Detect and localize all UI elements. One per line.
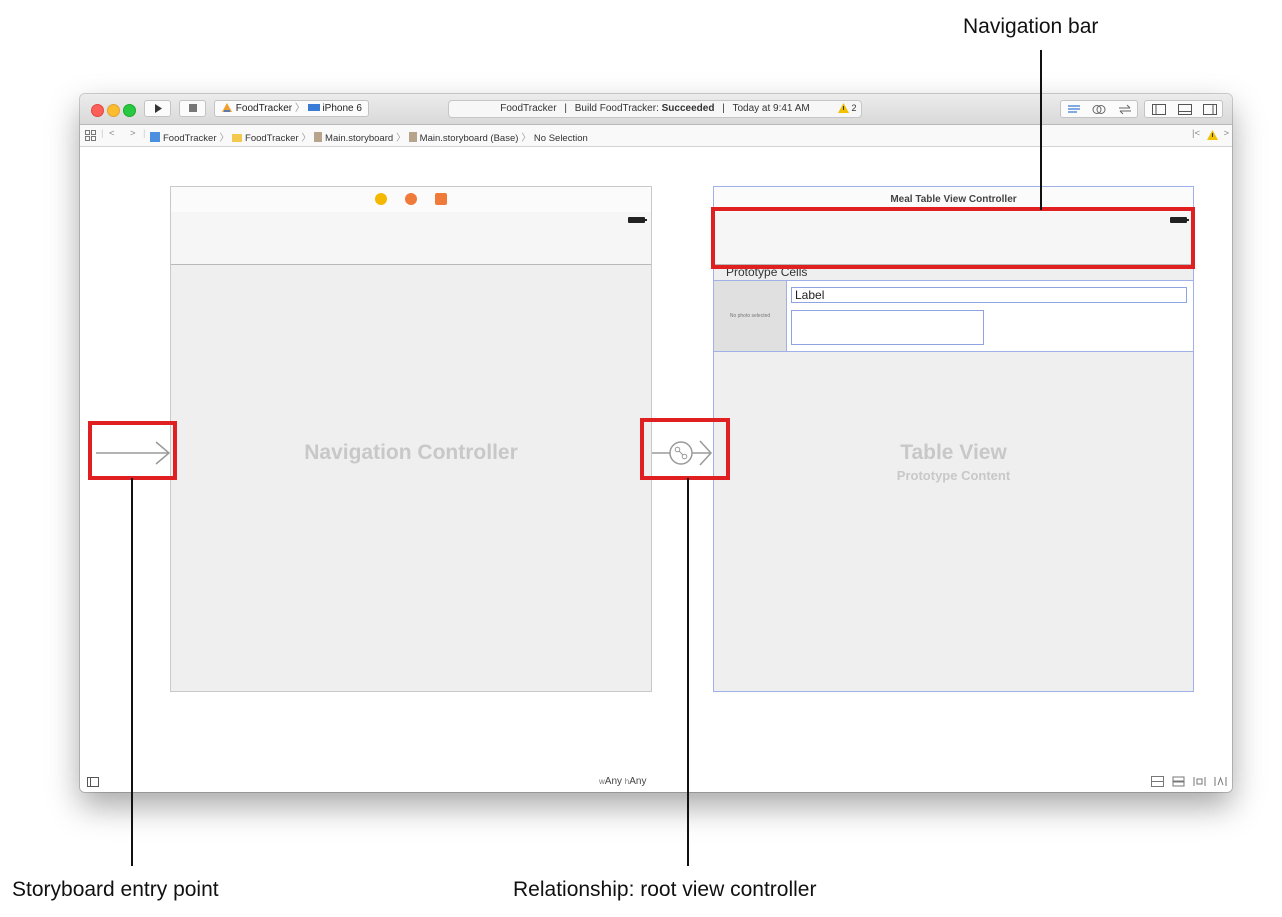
next-issue-icon[interactable]: > [1223,128,1229,139]
document-outline-toggle-icon[interactable] [87,777,99,787]
first-responder-icon[interactable] [405,193,417,205]
breadcrumb-label: FoodTracker [163,133,217,144]
breadcrumb-item-project[interactable]: FoodTracker [150,132,217,144]
align-icon[interactable] [1172,776,1185,787]
run-button[interactable] [144,100,171,117]
stack-icon[interactable] [1151,776,1164,787]
previous-issue-icon[interactable]: |< [1192,128,1200,139]
breadcrumb-item-storyboard[interactable]: Main.storyboard [314,132,394,144]
exit-icon[interactable] [435,193,447,205]
stop-icon [189,104,197,112]
navigation-controller-scene[interactable]: Navigation Controller [170,186,652,692]
standard-editor-icon[interactable] [1067,104,1081,115]
activity-viewer: FoodTracker | Build FoodTracker: Succeed… [448,100,862,118]
table-view-sublabel: Prototype Content [896,468,1011,483]
breadcrumb-label: Main.storyboard (Base) [419,133,519,144]
breadcrumb-item-folder[interactable]: FoodTracker [232,133,299,144]
name-label[interactable]: Label [791,287,1187,303]
scheme-selector[interactable]: FoodTracker 〉 iPhone 6 [214,100,369,117]
navigation-bar-leader-line [1040,50,1042,210]
debug-area-toggle-icon[interactable] [1178,104,1192,115]
entry-point-highlight [88,421,177,480]
breadcrumb: FoodTracker 〉 FoodTracker 〉 Main.storyboard 〉… [150,130,588,144]
navigation-bar [171,212,651,265]
utilities-toggle-icon[interactable] [1203,104,1217,115]
app-target-icon [222,103,232,112]
scene-title: Meal Table View Controller [890,194,1017,205]
callout-navigation-bar: Navigation bar [963,15,1099,38]
activity-build-status: Succeeded [661,103,715,114]
chevron-right-icon: 〉 [396,133,406,144]
scene-dock [171,187,651,213]
resolve-auto-layout-icon[interactable] [1214,776,1227,787]
navigator-toggle-icon[interactable] [1152,104,1166,115]
callout-relationship: Relationship: root view controller [513,878,817,901]
callout-entry-point: Storyboard entry point [12,878,219,901]
chevron-right-icon: 〉 [294,103,305,114]
navigation-bar-highlight [711,207,1195,269]
forward-arrow-icon[interactable]: > [130,128,136,139]
navigation-controller-label: Navigation Controller [304,441,518,464]
back-arrow-icon[interactable]: < [109,128,115,139]
related-items-grid-icon[interactable] [85,130,96,141]
close-window-button[interactable] [91,104,104,117]
rating-control[interactable] [791,310,984,345]
chevron-right-icon: 〉 [219,133,230,144]
storyboard-file-icon [314,132,323,142]
view-toggle-segmented-control[interactable] [1144,100,1223,118]
size-class-control[interactable]: wAny hAny [599,776,646,787]
storyboard-file-icon [408,132,417,142]
prototype-cell[interactable]: No photo selected Label [714,280,1193,352]
minimize-window-button[interactable] [107,104,120,117]
size-class-h-value: Any [629,776,647,787]
table-view-label: Table View [900,441,1007,464]
pin-icon[interactable] [1193,776,1206,787]
version-editor-icon[interactable] [1117,104,1133,115]
scheme-device-name: iPhone 6 [322,103,362,114]
chevron-right-icon: 〉 [301,133,312,144]
zoom-window-button[interactable] [123,104,136,117]
warning-icon [838,103,849,113]
toolbar: FoodTracker 〉 iPhone 6 FoodTracker | Bui… [80,94,1232,125]
breadcrumb-label: FoodTracker [245,133,299,144]
view-controller-dock-icon[interactable] [375,193,387,205]
folder-icon [232,134,243,142]
size-class-w-value: Any [604,776,623,787]
activity-build-prefix: Build FoodTracker: [574,103,659,114]
stop-button[interactable] [179,100,206,117]
breadcrumb-item-storyboard-base[interactable]: Main.storyboard (Base) [408,132,519,144]
warning-icon[interactable] [1207,130,1218,140]
entry-point-leader-line [131,478,133,866]
battery-icon [628,217,647,223]
figure: { "callouts": { "navigation_bar": "Navig… [0,0,1282,917]
breadcrumb-item-selection[interactable]: No Selection [534,133,588,144]
play-icon [155,104,162,113]
relationship-highlight [640,418,730,480]
warning-count: 2 [851,103,857,113]
breadcrumb-label: Main.storyboard [325,133,394,144]
assistant-editor-icon[interactable] [1092,104,1106,115]
activity-time: Today at 9:41 AM [732,103,810,114]
editor-mode-segmented-control[interactable] [1060,100,1138,118]
scheme-app-name: FoodTracker [235,103,293,114]
chevron-right-icon: 〉 [521,133,531,144]
activity-project: FoodTracker [500,103,557,114]
project-icon [150,132,160,142]
device-icon [307,104,320,111]
relationship-leader-line [687,478,689,866]
jump-bar: | < > | FoodTracker 〉 FoodTracker 〉 Main.sto… [80,125,1232,147]
warning-badge[interactable]: 2 [838,103,857,113]
photo-image-view[interactable]: No photo selected [714,281,787,351]
